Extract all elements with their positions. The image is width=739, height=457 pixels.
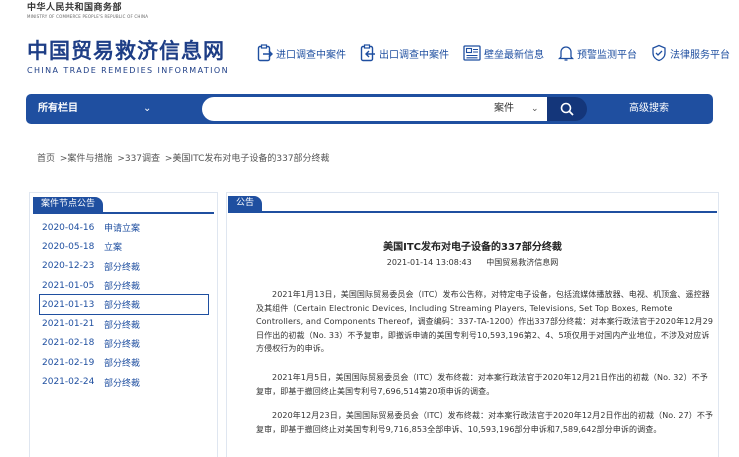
shield-check-icon [652, 44, 666, 62]
site-name-cn: 中国贸易救济信息网 [27, 39, 225, 63]
breadcrumb-current: >美国ITC发布对电子设备的337部分终裁 [164, 154, 330, 164]
search-type-select[interactable]: 案件 [494, 97, 514, 121]
breadcrumb-337[interactable]: >337调查 [117, 154, 160, 164]
list-item[interactable]: 2020-05-18 立案 [40, 237, 208, 256]
breadcrumb: 首页 >案件与措施 >337调查 >美国ITC发布对电子设备的337部分终裁 [37, 151, 332, 164]
nav-import-cases[interactable]: 进口调查中案件 [257, 44, 346, 62]
node-label: 部分终裁 [104, 262, 141, 273]
node-date: 2021-02-18 [42, 338, 95, 349]
nav-legal-platform[interactable]: 法律服务平台 [651, 44, 730, 62]
case-node-sidebar: 案件节点公告 2020-04-16 申请立案 2020-05-18 立案 2020-… [29, 192, 218, 457]
node-date: 2021-02-24 [42, 377, 95, 388]
ministry-name-cn: 中华人民共和国商务部 [27, 3, 123, 13]
breadcrumb-home[interactable]: 首页 [37, 154, 55, 164]
ministry-header: 中华人民共和国商务部 MINISTRY OF COMMERCE PEOPLE'S… [27, 4, 148, 19]
barrier-grid-icon [463, 45, 481, 61]
site-logo[interactable]: 中国贸易救济信息网 CHINA TRADE REMEDIES INFORMATI… [27, 38, 229, 75]
article-meta: 2021-01-14 13:08:43 中国贸易救济信息网 [227, 257, 718, 268]
node-label: 部分终裁 [104, 282, 141, 293]
article-source: 中国贸易救济信息网 [486, 258, 559, 267]
node-label: 部分终裁 [104, 320, 141, 331]
list-item[interactable]: 2021-01-21 部分终裁 [40, 314, 208, 333]
sidebar-title: 案件节点公告 [33, 197, 104, 212]
node-date: 2020-05-18 [42, 241, 95, 252]
node-label: 部分终裁 [104, 339, 141, 350]
bell-icon [558, 46, 574, 61]
node-label: 部分终裁 [104, 301, 141, 312]
node-date: 2021-01-05 [42, 280, 95, 291]
import-clipboard-icon [257, 44, 273, 62]
site-name-en: CHINA TRADE REMEDIES INFORMATION [27, 66, 229, 75]
node-label: 部分终裁 [104, 378, 141, 389]
all-columns-dropdown[interactable]: 所有栏目 [38, 94, 78, 124]
ministry-name-en: MINISTRY OF COMMERCE PEOPLE'S REPUBLIC O… [27, 14, 149, 19]
nav-export-label: 出口调查中案件 [379, 49, 449, 61]
node-label: 部分终裁 [104, 359, 141, 370]
nav-warning-platform[interactable]: 预警监测平台 [558, 44, 637, 62]
nav-warning-label: 预警监测平台 [577, 49, 637, 61]
search-input[interactable] [202, 97, 572, 121]
article-date: 2021-01-14 13:08:43 [386, 258, 472, 267]
list-item[interactable]: 2020-12-23 部分终裁 [40, 257, 208, 276]
node-label: 申请立案 [104, 224, 141, 235]
list-item[interactable]: 2021-01-05 部分终裁 [40, 276, 208, 295]
top-nav: 进口调查中案件 出口调查中案件 壁垒最新信息 预警监测平台 法律服务平台 [257, 44, 739, 62]
article-paragraph: 2021年1月5日，美国国际贸易委员会（ITC）发布终裁：对本案行政法官于202… [256, 373, 708, 396]
list-item-selected[interactable]: 2021-01-13 部分终裁 [39, 294, 209, 316]
breadcrumb-cases[interactable]: >案件与措施 [60, 154, 113, 164]
list-item[interactable]: 2021-02-19 部分终裁 [40, 353, 208, 372]
node-label: 立案 [104, 243, 123, 254]
export-clipboard-icon [360, 44, 375, 62]
article-paragraph: 2020年12月23日，美国国际贸易委员会（ITC）发布终裁：对本案行政法官于2… [256, 411, 714, 434]
node-date: 2021-02-19 [42, 357, 95, 368]
article-title: 美国ITC发布对电子设备的337部分终裁 [383, 242, 562, 253]
sidebar-divider [33, 212, 214, 214]
node-date: 2021-01-13 [42, 299, 95, 310]
tab-announcement[interactable]: 公告 [228, 196, 263, 211]
page: 中华人民共和国商务部 MINISTRY OF COMMERCE PEOPLE'S… [0, 0, 739, 457]
list-item[interactable]: 2020-04-16 申请立案 [40, 218, 208, 237]
search-type-chevron-icon[interactable]: ⌄ [531, 97, 539, 121]
list-item[interactable]: 2021-02-18 部分终裁 [40, 334, 208, 353]
search-button[interactable] [547, 97, 587, 121]
node-date: 2020-04-16 [42, 222, 95, 233]
nav-barrier-label: 壁垒最新信息 [484, 49, 544, 61]
nav-import-label: 进口调查中案件 [276, 49, 346, 61]
panel-divider [228, 211, 717, 213]
nav-legal-label: 法律服务平台 [670, 49, 730, 61]
case-node-list: 2020-04-16 申请立案 2020-05-18 立案 2020-12-23 部分… [39, 218, 209, 392]
article-paragraph: 2021年1月13日，美国国际贸易委员会（ITC）发布公告称，对特定电子设备，包… [256, 290, 714, 353]
search-icon [560, 102, 574, 116]
node-date: 2020-12-23 [42, 261, 95, 272]
chevron-down-icon[interactable]: ⌄ [143, 94, 151, 124]
nav-export-cases[interactable]: 出口调查中案件 [360, 44, 449, 62]
node-date: 2021-01-21 [42, 319, 95, 330]
announcement-panel: 公告 美国ITC发布对电子设备的337部分终裁 2021-01-14 13:08… [226, 192, 719, 457]
nav-barrier-info[interactable]: 壁垒最新信息 [463, 45, 544, 61]
list-item[interactable]: 2021-02-24 部分终裁 [40, 372, 208, 391]
search-bar: 所有栏目 ⌄ 案件 ⌄ 高级搜索 [26, 94, 713, 124]
advanced-search-link[interactable]: 高级搜索 [629, 94, 669, 124]
